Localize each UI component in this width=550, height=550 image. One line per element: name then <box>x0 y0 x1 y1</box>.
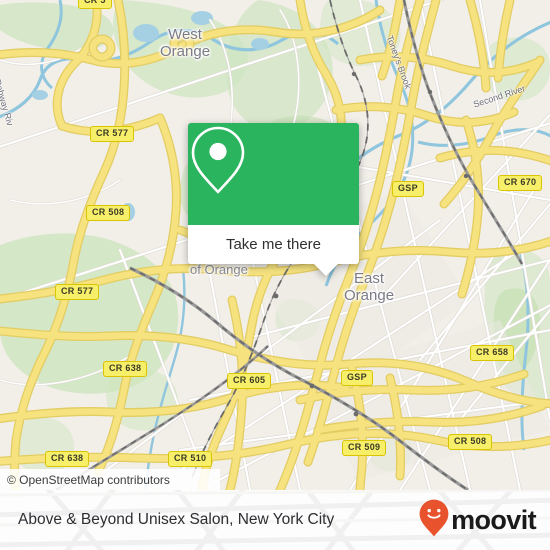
road-shield-gsp-bottom[interactable]: GSP <box>341 370 373 386</box>
place-label-east-orange: East Orange <box>344 270 394 304</box>
map-attribution: © OpenStreetMap contributors <box>0 469 220 490</box>
footer-bar: Above & Beyond Unisex Salon, New York Ci… <box>0 490 550 550</box>
road-shield-cr-510[interactable]: CR 510 <box>168 451 213 467</box>
road-shield-cr-partial-top[interactable]: CR 5 <box>78 0 112 9</box>
road-shield-cr-670[interactable]: CR 670 <box>498 175 543 191</box>
callout-action-bar[interactable]: Take me there <box>188 225 359 276</box>
road-shield-cr-638-mid[interactable]: CR 638 <box>103 361 148 377</box>
road-shield-cr-577-mid[interactable]: CR 577 <box>55 284 100 300</box>
place-label-east-orange-line1: East <box>354 270 385 287</box>
road-shield-cr-638-bottom[interactable]: CR 638 <box>45 451 90 467</box>
place-label-west-orange-line1: West <box>168 26 202 43</box>
moovit-wordmark: moovit <box>451 504 537 535</box>
map-screenshot-page: .park{fill:#cfe5c0;} .parkdark{fill:#c4d… <box>0 0 550 550</box>
map-canvas[interactable]: .park{fill:#cfe5c0;} .parkdark{fill:#c4d… <box>0 0 550 490</box>
road-shield-cr-658[interactable]: CR 658 <box>470 345 515 361</box>
road-shield-gsp-top[interactable]: GSP <box>392 181 424 197</box>
moovit-smiley-pin-icon <box>419 499 449 542</box>
map-callout-popup[interactable]: Take me there <box>188 123 359 276</box>
road-shield-cr-508[interactable]: CR 508 <box>86 205 131 221</box>
road-shield-cr-508-bottom[interactable]: CR 508 <box>448 434 493 450</box>
road-shield-cr-605[interactable]: CR 605 <box>227 373 272 389</box>
take-me-there-button[interactable]: Take me there <box>226 236 321 253</box>
place-label-east-orange-line2: Orange <box>344 287 395 304</box>
moovit-brand[interactable]: moovit <box>419 490 537 550</box>
callout-header <box>188 123 359 225</box>
place-label-west-orange: West Orange <box>160 26 210 60</box>
road-shield-cr-577-top[interactable]: CR 577 <box>90 126 135 142</box>
attribution-text[interactable]: © OpenStreetMap contributors <box>0 473 170 487</box>
callout-tail <box>313 263 339 276</box>
page-title: Above & Beyond Unisex Salon, New York Ci… <box>18 511 335 528</box>
road-shield-cr-509[interactable]: CR 509 <box>342 440 387 456</box>
place-label-west-orange-line2: Orange <box>160 43 211 60</box>
